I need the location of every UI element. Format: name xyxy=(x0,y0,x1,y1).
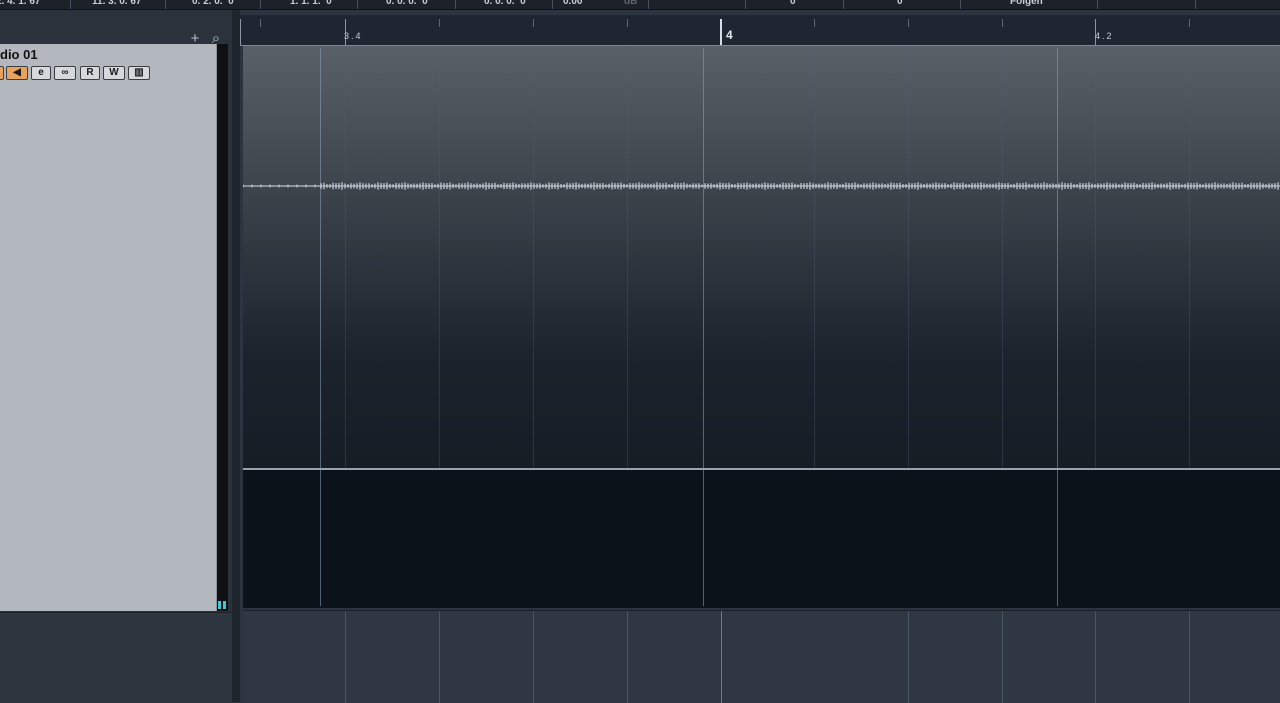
bottom-empty-area xyxy=(243,610,1280,703)
grid-line xyxy=(1189,611,1190,703)
separator xyxy=(357,0,358,9)
track-name[interactable]: dio 01 xyxy=(0,47,38,62)
info-cell: 0 xyxy=(897,0,903,7)
track-level-meter xyxy=(217,44,228,611)
separator xyxy=(1195,0,1196,9)
audio-track[interactable]: dio 01 ◀ e ∞ R W ▥ xyxy=(0,44,217,611)
bar-4-marker xyxy=(720,19,722,45)
separator xyxy=(843,0,844,9)
grid-line xyxy=(1095,611,1096,703)
timeline-ruler[interactable]: 3.4 4 4.2 xyxy=(240,15,1280,46)
grid-line xyxy=(1002,611,1003,703)
ruler-tick xyxy=(533,19,534,27)
ruler-tick xyxy=(814,19,815,27)
grid-line xyxy=(908,611,909,703)
transport-info-line: 2. 4. 1. 67 11. 3. 0. 67 0. 2. 0. 0 1. 1… xyxy=(0,0,1280,10)
separator xyxy=(165,0,166,9)
info-cell: 0 xyxy=(790,0,796,7)
ruler-label: 3.4 xyxy=(344,31,363,41)
event-display[interactable] xyxy=(243,46,1280,608)
ruler-tick xyxy=(627,19,628,27)
grid-line xyxy=(439,611,440,703)
info-cell: 1. 1. 1. 0 xyxy=(290,0,332,7)
separator xyxy=(745,0,746,9)
separator xyxy=(260,0,261,9)
info-cell: Folgen xyxy=(1010,0,1043,7)
info-cell: 0. 0. 0. 0 xyxy=(386,0,428,7)
separator xyxy=(552,0,553,9)
ruler-tick xyxy=(1002,19,1003,27)
hitpoint-line xyxy=(320,48,321,606)
info-cell: 2. 4. 1. 67 xyxy=(0,0,41,7)
lanes-button[interactable]: ▥ xyxy=(128,66,150,80)
info-cell: 0. 2. 0. 0 xyxy=(192,0,234,7)
write-automation-button[interactable]: W xyxy=(103,66,125,80)
bar-4-line xyxy=(721,611,722,703)
separator xyxy=(70,0,71,9)
link-button[interactable]: ∞ xyxy=(54,66,76,80)
separator xyxy=(1097,0,1098,9)
edit-channel-button[interactable]: e xyxy=(31,66,51,80)
meter-leds xyxy=(218,601,227,609)
hitpoint-line xyxy=(703,48,704,606)
grid-line xyxy=(533,611,534,703)
separator xyxy=(960,0,961,9)
ruler-tick xyxy=(1189,19,1190,27)
mute-button[interactable] xyxy=(0,66,4,80)
info-cell: 0.00 xyxy=(563,0,583,7)
grid-line xyxy=(627,611,628,703)
lower-lane xyxy=(243,468,1280,608)
track-list-empty-area xyxy=(0,612,232,703)
ruler-tick xyxy=(439,19,440,27)
ruler-tick xyxy=(240,19,241,45)
grid-line xyxy=(345,611,346,703)
separator xyxy=(455,0,456,9)
solo-button[interactable]: ◀ xyxy=(6,66,28,80)
info-cell: dB xyxy=(624,0,638,7)
audio-waveform[interactable] xyxy=(243,176,1280,196)
read-automation-button[interactable]: R xyxy=(80,66,100,80)
info-cell: 0. 0. 0. 0 xyxy=(484,0,526,7)
ruler-label: 4 xyxy=(726,28,733,42)
ruler-tick xyxy=(908,19,909,27)
info-cell: 11. 3. 0. 67 xyxy=(92,0,142,7)
separator xyxy=(648,0,649,9)
panel-splitter[interactable] xyxy=(232,10,240,702)
ruler-tick xyxy=(260,19,261,27)
hitpoint-line xyxy=(1057,48,1058,606)
ruler-label: 4.2 xyxy=(1095,31,1114,41)
